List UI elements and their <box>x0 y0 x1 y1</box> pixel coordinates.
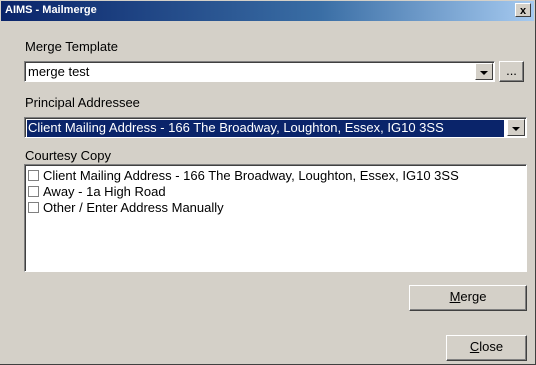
checkbox[interactable] <box>28 170 39 181</box>
title-bar[interactable]: AIMS - Mailmerge x <box>1 1 534 21</box>
courtesy-copy-item[interactable]: Other / Enter Address Manually <box>28 200 224 215</box>
window-title: AIMS - Mailmerge <box>5 4 97 16</box>
principal-addressee-label: Principal Addressee <box>25 95 140 110</box>
merge-template-combobox[interactable]: merge test <box>24 61 495 82</box>
principal-addressee-dropdown-button[interactable] <box>507 119 525 136</box>
principal-addressee-value: Client Mailing Address - 166 The Broadwa… <box>27 120 504 137</box>
merge-template-dropdown-button[interactable] <box>475 63 493 80</box>
merge-template-label: Merge Template <box>25 39 118 54</box>
merge-template-value: merge test <box>28 64 90 79</box>
merge-button-mnemonic: M <box>449 289 461 304</box>
courtesy-copy-item[interactable]: Away - 1a High Road <box>28 184 166 199</box>
merge-button[interactable]: Merge <box>409 285 527 311</box>
principal-addressee-combobox[interactable]: Client Mailing Address - 166 The Broadwa… <box>24 117 527 138</box>
close-window-button[interactable]: x <box>515 3 531 17</box>
courtesy-copy-item[interactable]: Client Mailing Address - 166 The Broadwa… <box>28 168 459 183</box>
checkbox[interactable] <box>28 186 39 197</box>
courtesy-copy-item-label: Away - 1a High Road <box>43 184 166 199</box>
merge-button-label: erge <box>460 289 487 304</box>
close-button-mnemonic: C <box>469 339 480 354</box>
browse-label: ... <box>506 63 517 78</box>
courtesy-copy-item-label: Client Mailing Address - 166 The Broadwa… <box>43 168 459 183</box>
courtesy-copy-item-label: Other / Enter Address Manually <box>43 200 224 215</box>
close-button-label: lose <box>479 339 504 354</box>
courtesy-copy-label: Courtesy Copy <box>25 148 111 163</box>
close-button[interactable]: Close <box>446 335 527 361</box>
checkbox[interactable] <box>28 202 39 213</box>
browse-template-button[interactable]: ... <box>499 61 524 82</box>
mailmerge-dialog: AIMS - Mailmerge x Merge Template merge … <box>0 0 536 365</box>
courtesy-copy-listbox[interactable]: Client Mailing Address - 166 The Broadwa… <box>24 164 527 272</box>
close-icon: x <box>519 5 527 17</box>
